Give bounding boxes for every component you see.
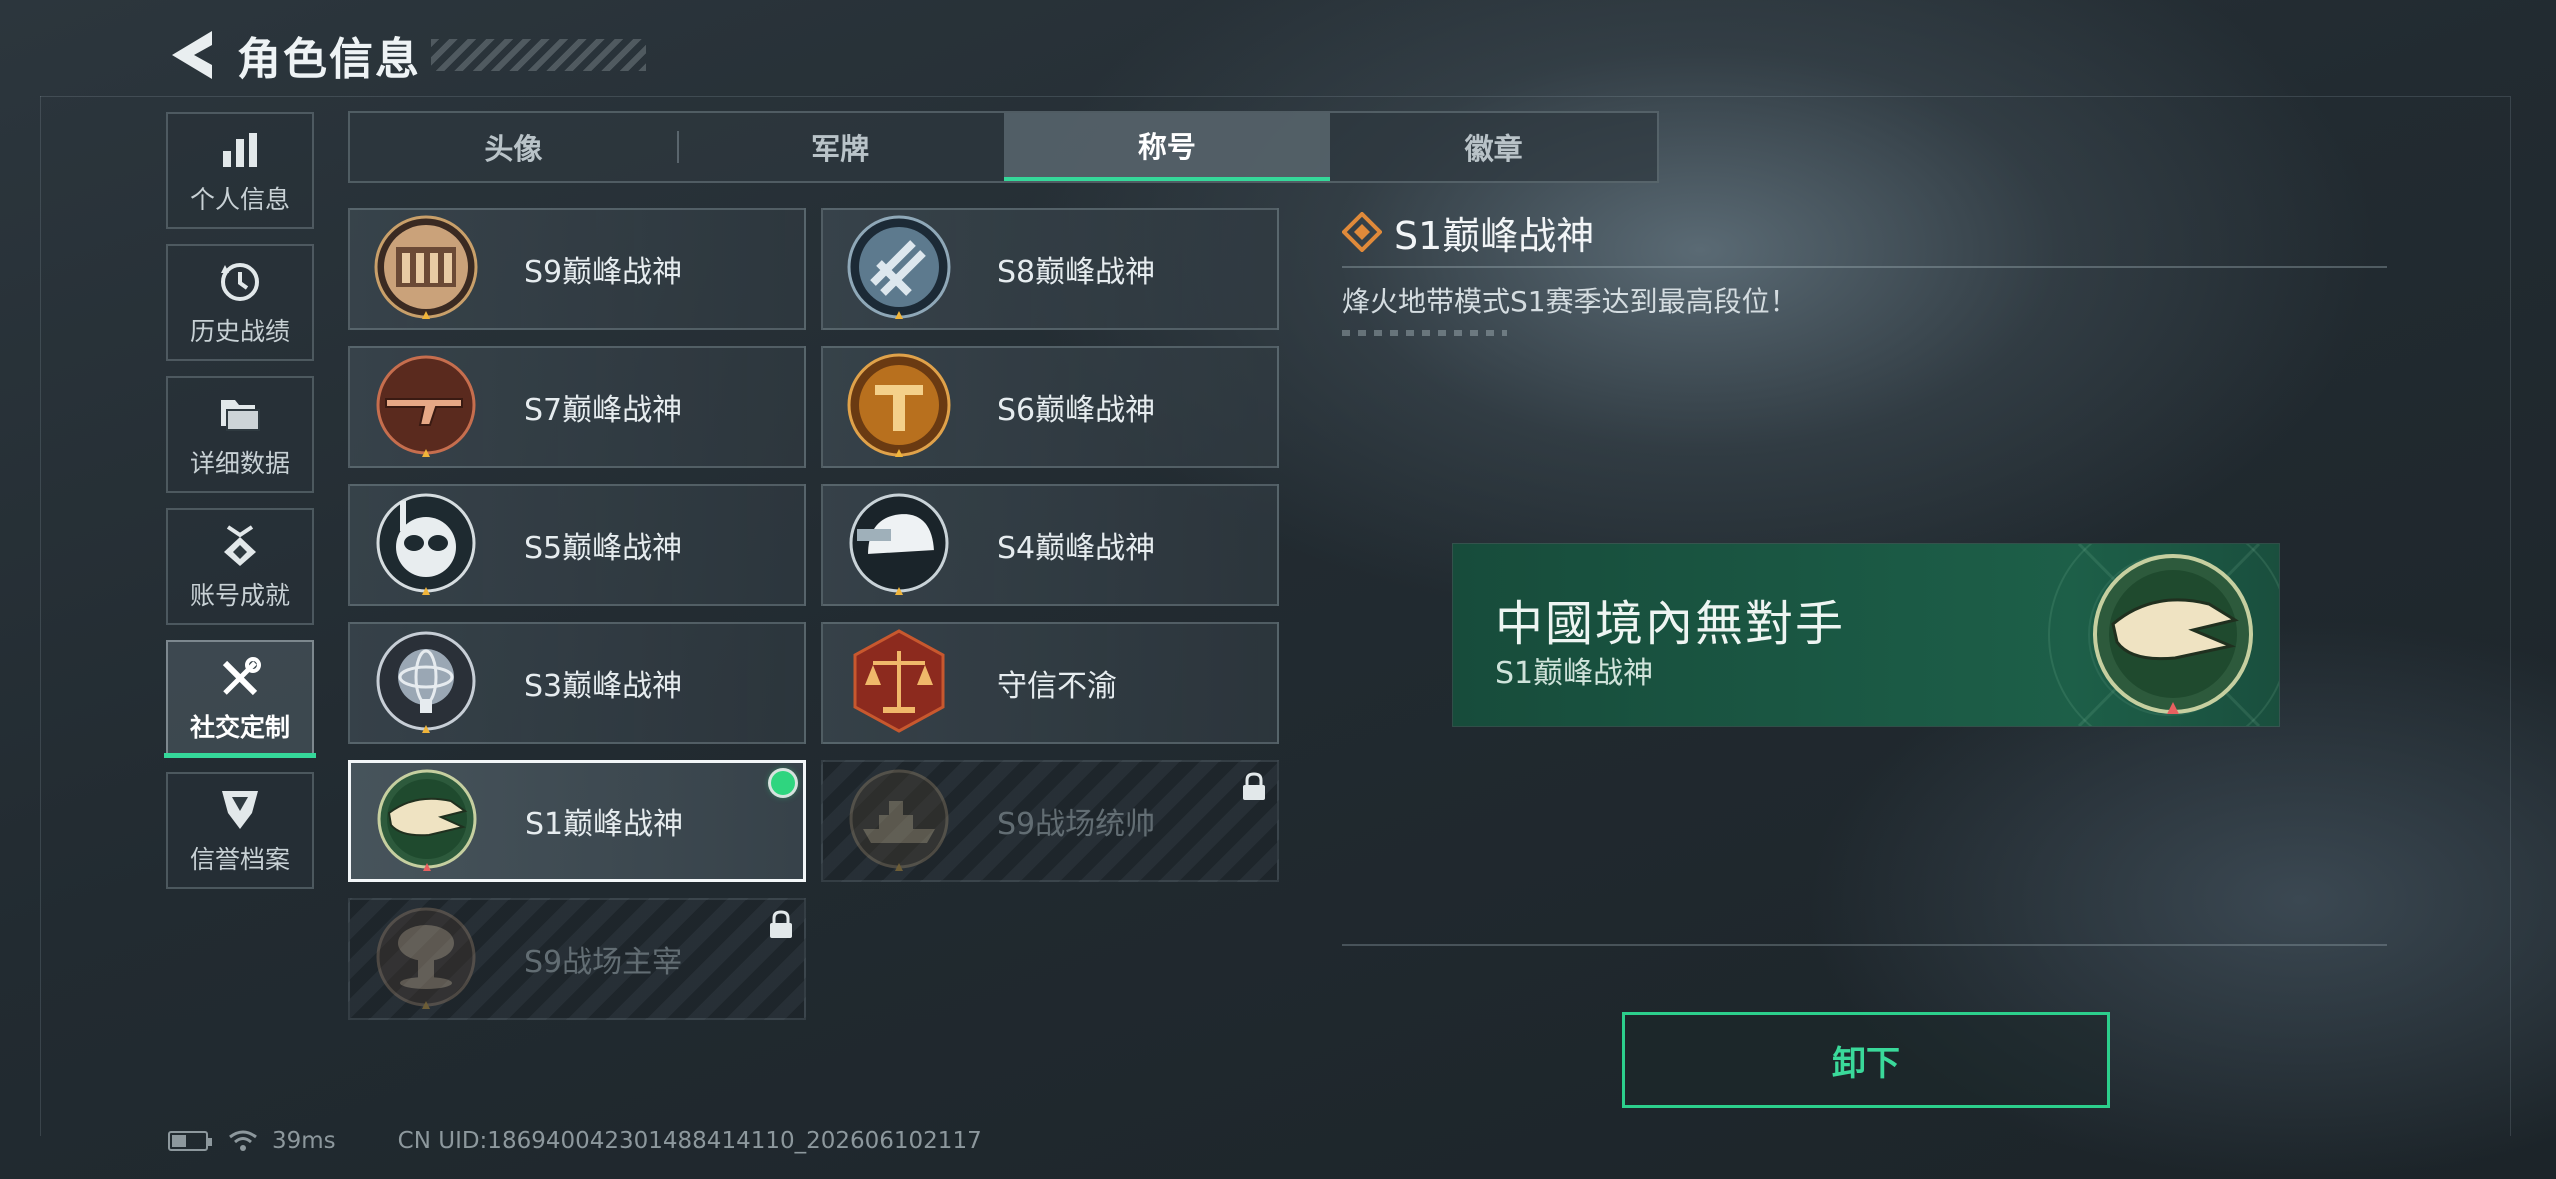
- page-title: 角色信息: [237, 34, 421, 85]
- s5-diver-mask-emblem: [376, 493, 476, 595]
- mushroom-cloud-emblem: [376, 907, 476, 1009]
- s1-crocodile-emblem: [2093, 554, 2253, 714]
- status-bar: 39ms CN UID:18694004230148841411​0_20260…: [168, 1128, 982, 1154]
- side-nav: 个人信息 历史战绩 详细数据 账号成就 社交定制 信誉档案: [164, 112, 316, 904]
- nav-label: 详细数据: [189, 448, 290, 478]
- divider: [1342, 266, 2387, 268]
- detail-header: S1巅峰战神: [1342, 200, 2387, 264]
- equipped-indicator: [771, 771, 795, 795]
- nav-item-personal-info[interactable]: 个人信息: [166, 112, 314, 229]
- lock-icon: [770, 910, 792, 938]
- header: 角色信息: [165, 20, 646, 90]
- s4-helmet-emblem: [849, 493, 949, 595]
- title-label: S9战场主宰: [524, 945, 683, 980]
- nav-label: 个人信息: [189, 184, 290, 214]
- divider: [1342, 944, 2387, 946]
- title-card-s9-dominator[interactable]: S9战场主宰: [348, 898, 806, 1020]
- unequip-label: 卸下: [1832, 1043, 1900, 1084]
- battery-icon: [168, 1131, 212, 1151]
- ping-text: 39ms: [272, 1128, 336, 1154]
- title-decoration: [431, 39, 646, 71]
- title-card-s9-commander[interactable]: S9战场统帅: [821, 760, 1279, 882]
- bar-chart-icon: [221, 126, 259, 174]
- title-label: S1巅峰战神: [525, 807, 684, 842]
- lock-icon: [1243, 772, 1265, 800]
- nav-label: 信誉档案: [189, 844, 290, 874]
- title-card-keep-faith[interactable]: 守信不渝: [821, 622, 1279, 744]
- justice-scales-emblem: [853, 629, 945, 733]
- tab-dog-tag[interactable]: 军牌: [676, 113, 1004, 181]
- tab-avatar[interactable]: 头像: [350, 113, 677, 181]
- tools-icon: [219, 654, 261, 702]
- nav-item-credit-profile[interactable]: 信誉档案: [166, 772, 314, 889]
- title-label: S5巅峰战神: [524, 531, 683, 566]
- folder-icon: [219, 390, 261, 438]
- nav-label: 社交定制: [189, 712, 290, 742]
- s8-crossed-blades-emblem: [847, 215, 951, 319]
- back-button[interactable]: [165, 25, 217, 85]
- nav-active-indicator: [164, 753, 316, 758]
- title-preview-banner: 中國境內無對手 S1巅峰战神: [1453, 544, 2279, 726]
- achievement-medal-icon: [220, 522, 260, 570]
- title-detail-panel: S1巅峰战神 烽火地带模式S1赛季达到最高段位！: [1342, 200, 2387, 336]
- s7-rifle-emblem: [376, 355, 476, 457]
- nav-item-history[interactable]: 历史战绩: [166, 244, 314, 361]
- s1-crocodile-emblem: [377, 769, 477, 871]
- nav-label: 历史战绩: [189, 316, 290, 346]
- banner-title-text: 中國境內無對手: [1495, 596, 1846, 652]
- description-decoration: [1342, 330, 1507, 336]
- nav-item-achievements[interactable]: 账号成就: [166, 508, 314, 625]
- s6-t-shield-emblem: [847, 353, 951, 457]
- frame-line-top: [40, 96, 2510, 97]
- title-label: S4巅峰战神: [997, 531, 1156, 566]
- shield-emblem-icon: [220, 786, 260, 834]
- title-card-s6-peak[interactable]: S6巅峰战神: [821, 346, 1279, 468]
- wifi-icon: [229, 1130, 257, 1151]
- nav-item-detailed-data[interactable]: 详细数据: [166, 376, 314, 493]
- s9-fortress-emblem: [374, 215, 478, 319]
- detail-description: 烽火地带模式S1赛季达到最高段位！: [1342, 285, 1798, 318]
- tab-title[interactable]: 称号: [1003, 113, 1331, 181]
- title-card-s5-peak[interactable]: S5巅峰战神: [348, 484, 806, 606]
- tab-bar: 头像 军牌 称号 徽章: [348, 111, 1659, 183]
- diamond-emblem-icon: [1342, 212, 1382, 252]
- battleship-emblem: [849, 769, 949, 871]
- banner-subtitle: S1巅峰战神: [1495, 656, 1654, 691]
- nav-label: 账号成就: [189, 580, 290, 610]
- s3-atom-emblem: [376, 631, 476, 733]
- history-clock-icon: [219, 258, 261, 306]
- title-card-s3-peak[interactable]: S3巅峰战神: [348, 622, 806, 744]
- title-label: S7巅峰战神: [524, 393, 683, 428]
- title-label: S9巅峰战神: [524, 255, 683, 290]
- uid-text: CN UID:18694004230148841411​0_2026061021…: [397, 1128, 982, 1154]
- frame-line-right: [2510, 96, 2511, 1136]
- back-arrow-icon: [172, 31, 212, 79]
- title-label: S3巅峰战神: [524, 669, 683, 704]
- unequip-button[interactable]: 卸下: [1622, 1012, 2110, 1108]
- title-label: 守信不渝: [997, 669, 1117, 704]
- title-card-s7-peak[interactable]: S7巅峰战神: [348, 346, 806, 468]
- frame-line-left: [40, 96, 41, 1136]
- title-card-s4-peak[interactable]: S4巅峰战神: [821, 484, 1279, 606]
- title-card-s1-peak[interactable]: S1巅峰战神: [348, 760, 806, 882]
- detail-title-name: S1巅峰战神: [1394, 213, 1595, 258]
- title-card-s8-peak[interactable]: S8巅峰战神: [821, 208, 1279, 330]
- title-card-s9-peak[interactable]: S9巅峰战神: [348, 208, 806, 330]
- title-label: S6巅峰战神: [997, 393, 1156, 428]
- title-label: S9战场统帅: [997, 807, 1156, 842]
- tab-badge[interactable]: 徽章: [1330, 113, 1657, 181]
- nav-item-social-custom[interactable]: 社交定制: [166, 640, 314, 757]
- title-label: S8巅峰战神: [997, 255, 1156, 290]
